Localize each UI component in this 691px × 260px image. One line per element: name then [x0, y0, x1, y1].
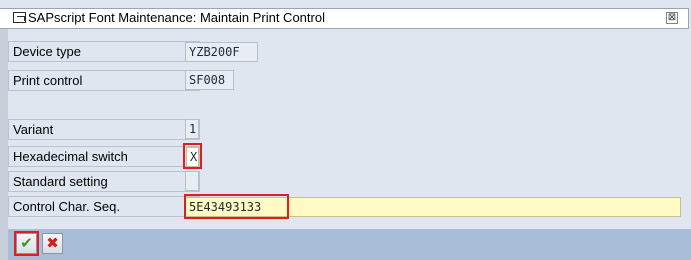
dialog-window: SAPscript Font Maintenance: Maintain Pri…: [0, 0, 691, 260]
hex-switch-label: Hexadecimal switch: [8, 146, 200, 167]
footer-left-border: [0, 229, 8, 260]
control-char-seq-highlight: [184, 194, 289, 219]
confirm-highlight: [14, 231, 39, 256]
print-control-field: SF008: [185, 70, 234, 90]
form-area: Device type YZB200F Print control SF008 …: [0, 29, 691, 229]
variant-label: Variant: [8, 119, 200, 140]
hex-switch-highlight: [183, 143, 202, 169]
standard-setting-label: Standard setting: [8, 171, 200, 192]
dialog-icon: [13, 12, 26, 23]
close-icon[interactable]: ⊠: [666, 12, 678, 24]
window-title: SAPscript Font Maintenance: Maintain Pri…: [28, 10, 325, 25]
title-bar: SAPscript Font Maintenance: Maintain Pri…: [0, 8, 689, 29]
button-bar: ✔ ✖: [0, 229, 691, 260]
standard-setting-field[interactable]: [185, 171, 199, 191]
cancel-button[interactable]: ✖: [42, 233, 63, 254]
left-border: [0, 29, 8, 229]
print-control-label: Print control: [8, 70, 200, 91]
device-type-field: YZB200F: [185, 42, 258, 62]
variant-field: 1: [185, 119, 199, 139]
control-char-seq-label: Control Char. Seq.: [8, 196, 200, 217]
device-type-label: Device type: [8, 41, 200, 62]
